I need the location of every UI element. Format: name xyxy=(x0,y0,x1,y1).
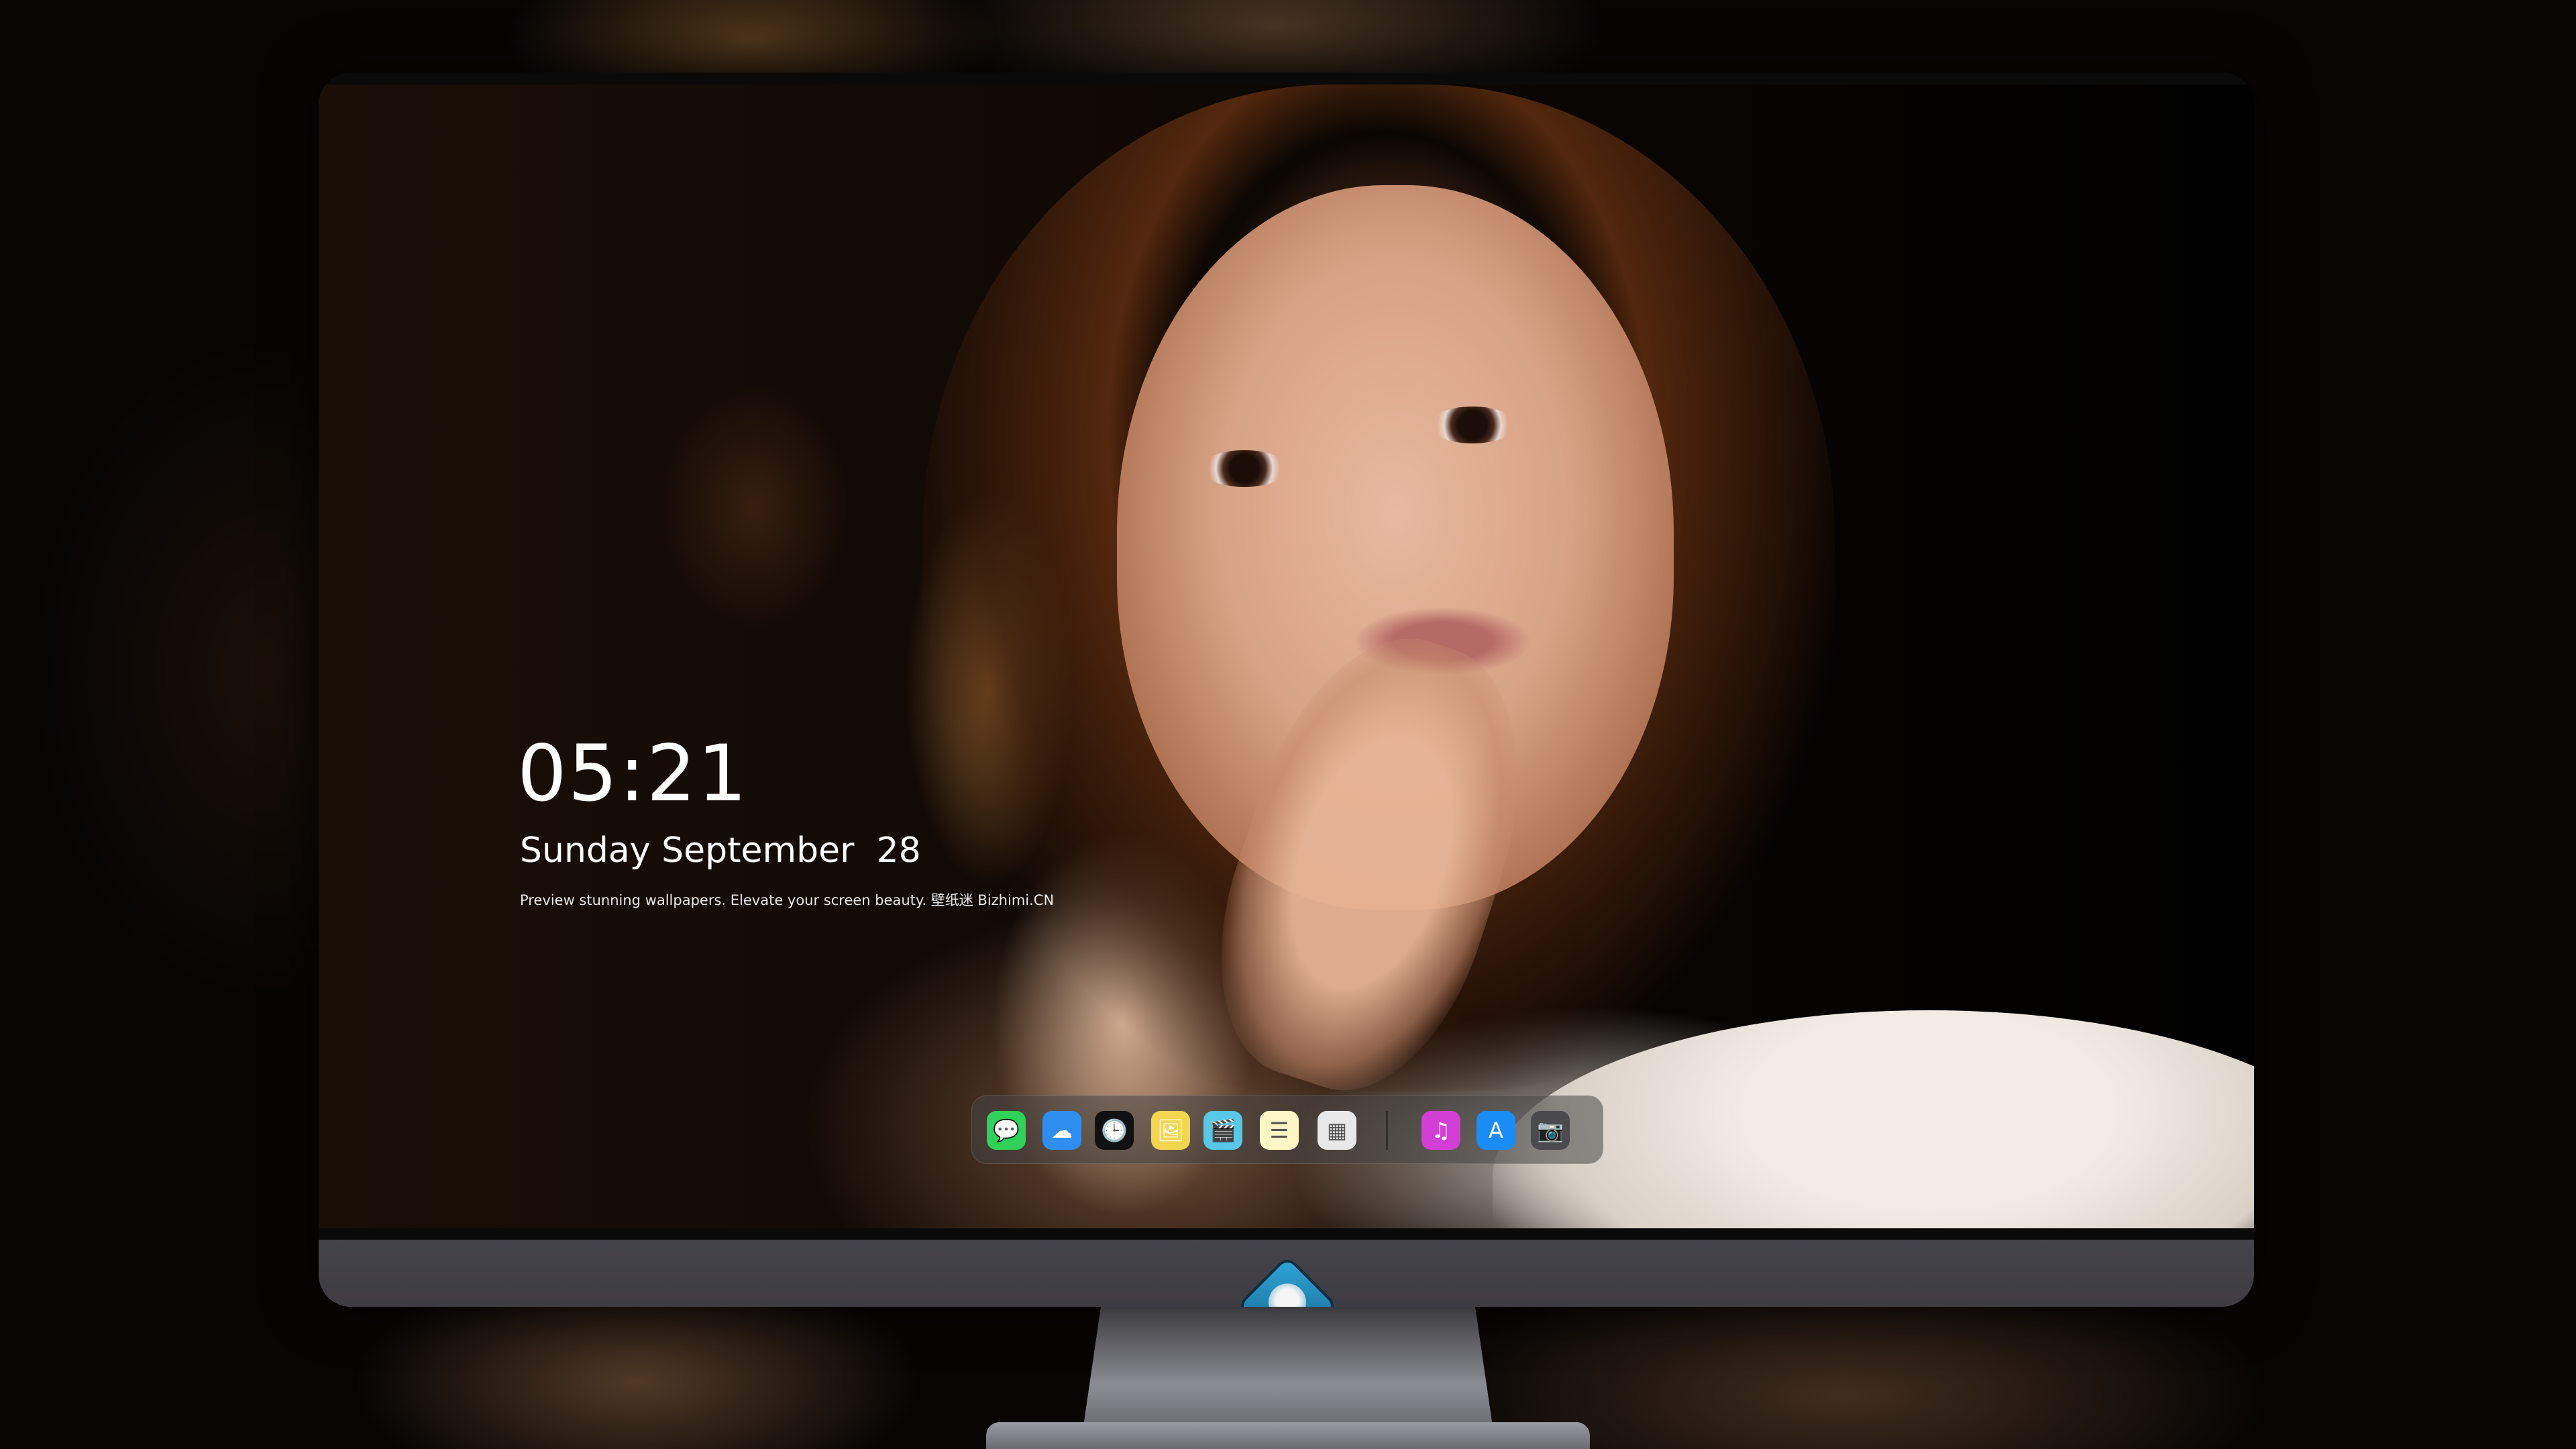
brand-logo xyxy=(1236,1254,1339,1307)
clock-icon[interactable]: 🕒 xyxy=(1095,1111,1134,1150)
monitor: 05:21 Sunday September 28 Preview stunni… xyxy=(319,72,2254,1307)
lockscreen-time: 05:21 xyxy=(517,729,749,819)
clips-icon[interactable]: 🎬 xyxy=(1203,1111,1242,1150)
monitor-chin xyxy=(319,1240,2254,1307)
weather-icon[interactable]: ☁ xyxy=(1042,1111,1081,1150)
monitor-stand-base xyxy=(986,1422,1590,1449)
messages-icon[interactable]: 💬 xyxy=(987,1111,1026,1150)
camera-icon[interactable]: 📷 xyxy=(1531,1111,1570,1150)
lock-screen: 05:21 Sunday September 28 Preview stunni… xyxy=(319,85,2254,1228)
notes-icon[interactable]: ☰ xyxy=(1260,1111,1299,1150)
dock-divider xyxy=(1386,1111,1388,1150)
wallpaper-left-eye xyxy=(1201,450,1288,487)
logo-mascot xyxy=(1269,1283,1306,1307)
music-icon[interactable]: ♫ xyxy=(1421,1111,1460,1150)
dock: 💬 ☁ 🕒 🖼 🎬 ☰ ▦ ♫ A 📷 xyxy=(971,1095,1603,1164)
wallpaper-image xyxy=(319,85,2254,1228)
lockscreen-date: Sunday September 28 xyxy=(520,830,921,871)
preview-icon[interactable]: 🖼 xyxy=(1151,1111,1190,1150)
lockscreen-tagline: Preview stunning wallpapers. Elevate you… xyxy=(520,892,1055,908)
wallpaper-right-eye xyxy=(1429,407,1516,443)
photo-booth-icon[interactable]: ▦ xyxy=(1318,1111,1356,1150)
app-store-icon[interactable]: A xyxy=(1477,1111,1515,1150)
